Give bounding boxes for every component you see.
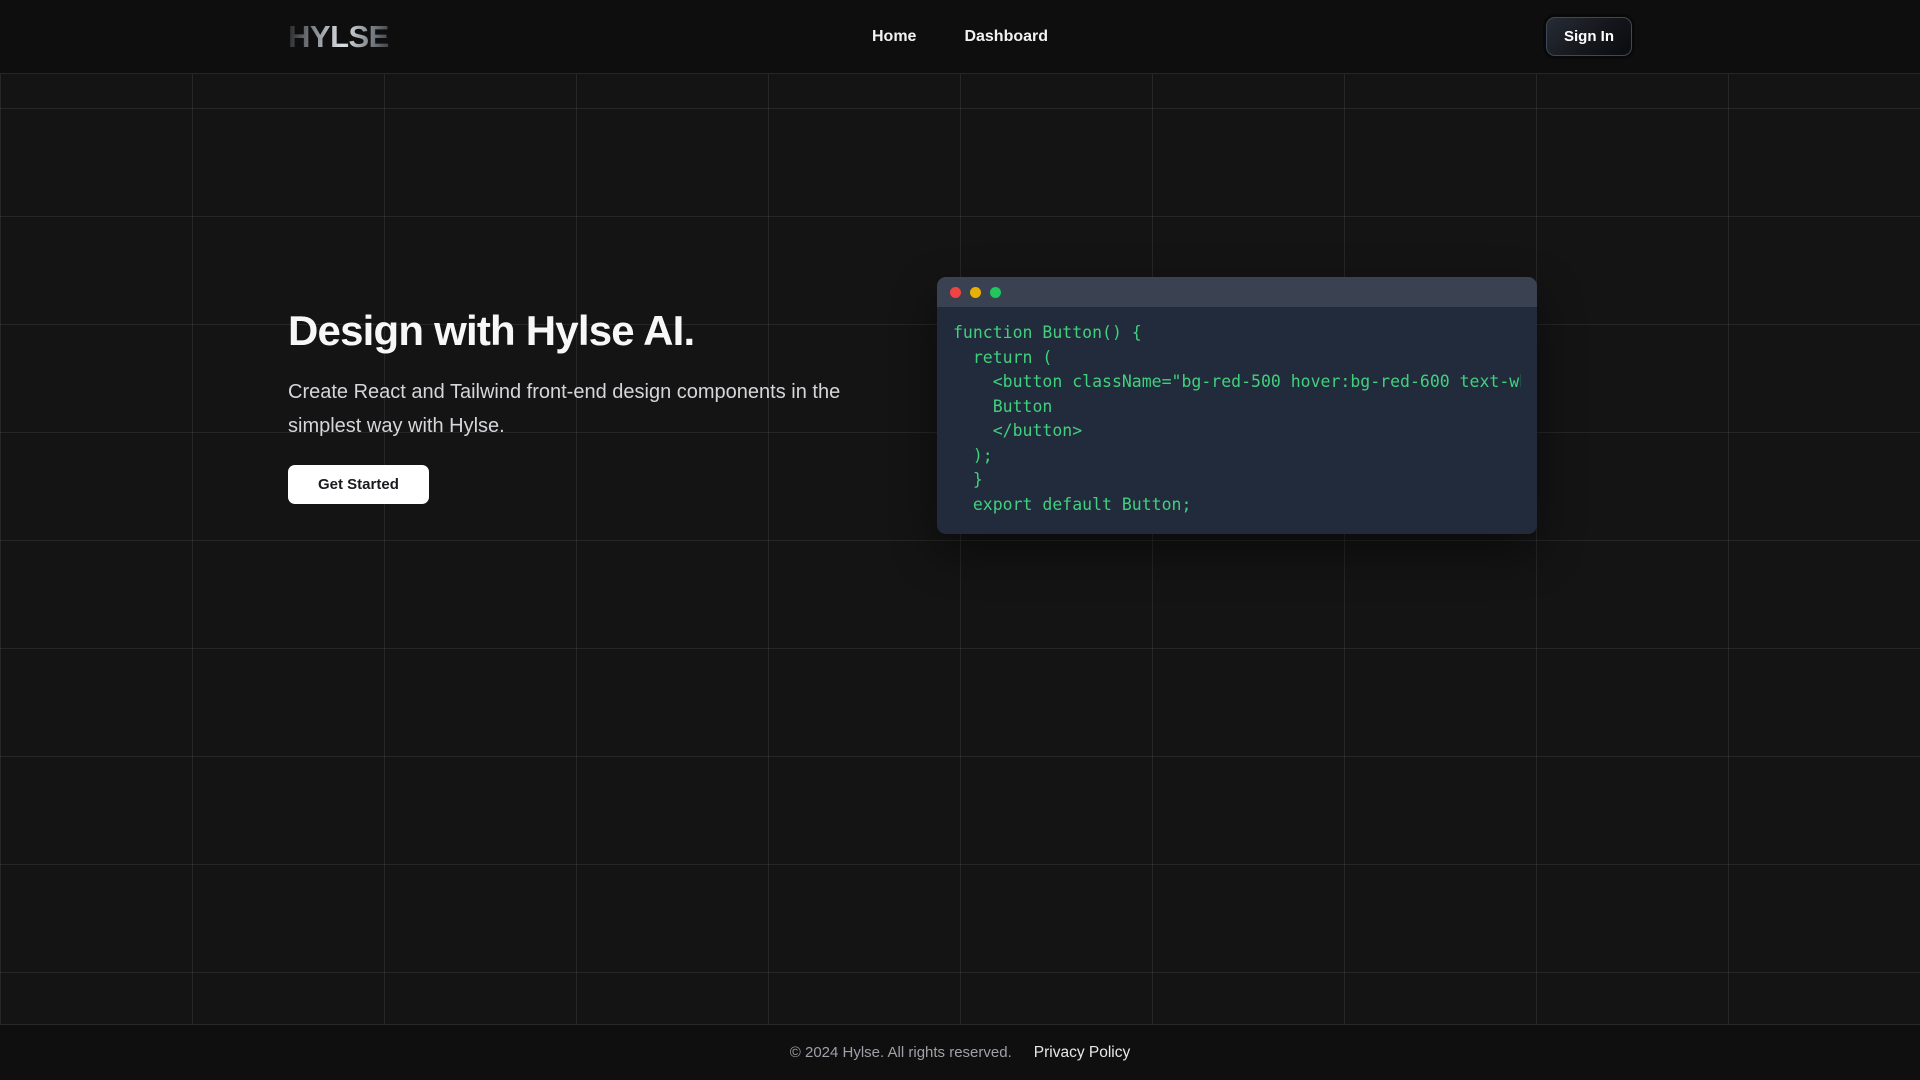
footer: © 2024 Hylse. All rights reserved. Priva… [0,1024,1920,1080]
close-dot-icon [950,286,961,298]
copyright-text: © 2024 Hylse. All rights reserved. [789,1044,1012,1061]
nav-container: HYLSE Home Dashboard Sign In [288,0,1632,73]
top-nav: HYLSE Home Dashboard Sign In [0,0,1920,74]
minimize-dot-icon [970,286,981,298]
code-window-titlebar [937,277,1537,307]
hero-text-block: Design with Hylse AI. Create React and T… [288,307,888,505]
code-line: export default Button; [953,494,1192,514]
sign-in-button[interactable]: Sign In [1546,17,1632,56]
get-started-button[interactable]: Get Started [288,465,429,505]
code-line: Button [953,396,1053,416]
code-line: </button> [953,421,1083,440]
main-content: Design with Hylse AI. Create React and T… [0,74,1920,1024]
nav-links: Home Dashboard [872,28,1048,46]
code-line: ); [953,445,993,465]
nav-link-home[interactable]: Home [872,28,916,46]
code-snippet: function Button() { return ( <button cla… [937,307,1537,534]
nav-link-dashboard[interactable]: Dashboard [964,28,1048,46]
hero-title: Design with Hylse AI. [288,307,695,354]
code-line: } [953,470,983,489]
privacy-policy-link[interactable]: Privacy Policy [1034,1044,1130,1062]
hero-subtitle: Create React and Tailwind front-end desi… [288,381,841,437]
brand-logo[interactable]: HYLSE [288,19,389,55]
code-line: return ( [953,347,1053,367]
code-line: <button className="bg-red-500 hover:bg-r… [953,372,1521,391]
hero-section: Design with Hylse AI. Create React and T… [288,74,1632,534]
code-line: function Button() { [953,323,1142,342]
maximize-dot-icon [990,286,1001,298]
code-window: function Button() { return ( <button cla… [937,277,1537,534]
